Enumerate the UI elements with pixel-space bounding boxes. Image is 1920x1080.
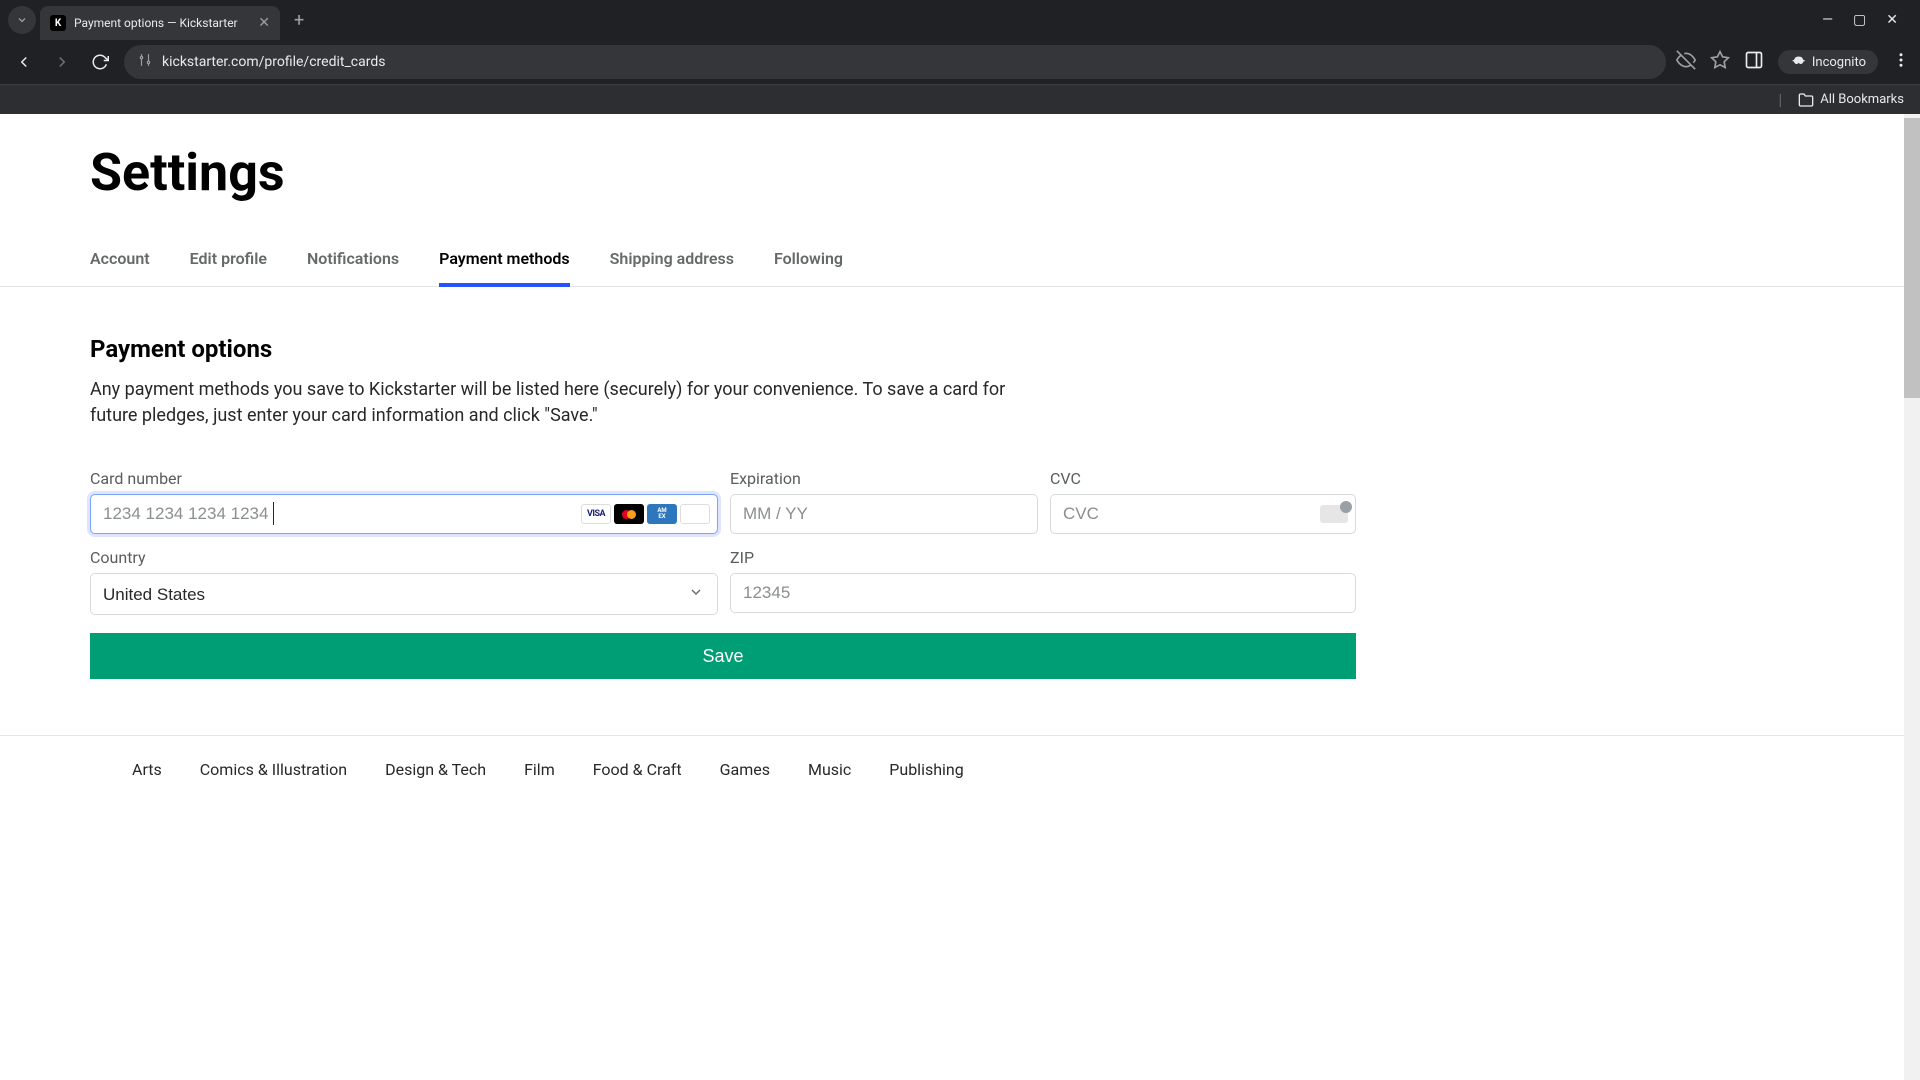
minimize-icon[interactable]: — (1822, 12, 1833, 28)
address-bar: kickstarter.com/profile/credit_cards Inc… (0, 40, 1920, 84)
site-settings-icon[interactable] (138, 53, 152, 71)
payment-form: Card number VISA AMEX Expiration (90, 469, 1356, 679)
url-field[interactable]: kickstarter.com/profile/credit_cards (124, 45, 1666, 79)
expiration-input[interactable] (730, 494, 1038, 534)
cvc-card-icon (1320, 505, 1348, 523)
jcb-icon (680, 504, 710, 524)
footer-link-film[interactable]: Film (524, 760, 555, 779)
tab-shipping-address[interactable]: Shipping address (610, 239, 734, 286)
country-label: Country (90, 548, 718, 567)
page-viewport: Settings Account Edit profile Notificati… (0, 114, 1920, 1080)
incognito-badge[interactable]: Incognito (1778, 50, 1878, 74)
visa-icon: VISA (581, 504, 611, 524)
close-window-icon[interactable]: ✕ (1886, 12, 1898, 28)
forward-button[interactable] (48, 53, 76, 71)
amex-icon: AMEX (647, 504, 677, 524)
tab-payment-methods[interactable]: Payment methods (439, 239, 570, 286)
cvc-input[interactable] (1050, 494, 1356, 534)
reload-button[interactable] (86, 53, 114, 71)
browser-tab[interactable]: K Payment options — Kickstarter ✕ (40, 6, 280, 40)
url-text: kickstarter.com/profile/credit_cards (162, 54, 385, 70)
text-cursor-icon (273, 502, 274, 525)
toolbar-right: Incognito (1676, 50, 1910, 74)
country-select[interactable]: United States (90, 573, 718, 615)
new-tab-button[interactable]: + (284, 10, 314, 31)
page-title: Settings (90, 142, 1830, 203)
menu-icon[interactable] (1892, 51, 1910, 73)
scrollbar-thumb[interactable] (1904, 118, 1920, 398)
tab-title: Payment options — Kickstarter (74, 16, 250, 30)
tabs-divider (0, 286, 1920, 287)
mastercard-icon (614, 504, 644, 524)
tab-following[interactable]: Following (774, 239, 843, 286)
bookmark-bar: | All Bookmarks (0, 84, 1920, 114)
footer-link-comics[interactable]: Comics & Illustration (200, 760, 347, 779)
tab-edit-profile[interactable]: Edit profile (190, 239, 267, 286)
footer-link-publishing[interactable]: Publishing (889, 760, 963, 779)
tab-search-button[interactable] (8, 6, 36, 34)
all-bookmarks-button[interactable]: All Bookmarks (1798, 92, 1904, 108)
back-button[interactable] (10, 53, 38, 71)
incognito-label: Incognito (1812, 55, 1866, 70)
tab-notifications[interactable]: Notifications (307, 239, 399, 286)
scrollbar[interactable] (1904, 114, 1920, 1080)
settings-tabs: Account Edit profile Notifications Payme… (90, 239, 1830, 287)
bookmark-star-icon[interactable] (1710, 50, 1730, 74)
footer-link-arts[interactable]: Arts (132, 760, 162, 779)
footer-categories: Arts Comics & Illustration Design & Tech… (132, 736, 1830, 803)
tab-account[interactable]: Account (90, 239, 150, 286)
tab-close-icon[interactable]: ✕ (258, 15, 270, 31)
eye-off-icon[interactable] (1676, 50, 1696, 74)
cvc-label: CVC (1050, 469, 1356, 488)
tab-bar: K Payment options — Kickstarter ✕ + — ▢ … (0, 0, 1920, 40)
footer-link-design[interactable]: Design & Tech (385, 760, 486, 779)
section-description: Any payment methods you save to Kickstar… (90, 377, 1010, 429)
expiration-label: Expiration (730, 469, 1038, 488)
save-button[interactable]: Save (90, 633, 1356, 679)
card-number-label: Card number (90, 469, 718, 488)
footer-link-food[interactable]: Food & Craft (593, 760, 682, 779)
tab-favicon-icon: K (50, 15, 66, 31)
zip-input[interactable] (730, 573, 1356, 613)
zip-label: ZIP (730, 548, 1356, 567)
side-panel-icon[interactable] (1744, 50, 1764, 74)
footer-link-games[interactable]: Games (720, 760, 770, 779)
section-title: Payment options (90, 335, 1830, 363)
all-bookmarks-label: All Bookmarks (1820, 92, 1904, 107)
window-controls: — ▢ ✕ (1822, 12, 1912, 28)
footer-link-music[interactable]: Music (808, 760, 851, 779)
browser-chrome: K Payment options — Kickstarter ✕ + — ▢ … (0, 0, 1920, 114)
maximize-icon[interactable]: ▢ (1853, 12, 1866, 28)
card-brand-icons: VISA AMEX (581, 504, 710, 524)
